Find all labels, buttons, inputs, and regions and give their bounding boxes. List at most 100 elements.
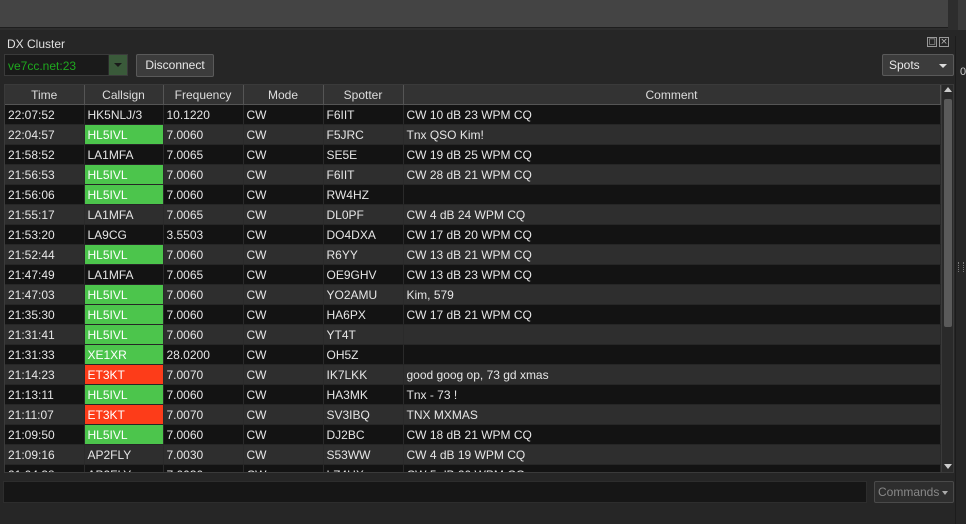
cell-mode: CW xyxy=(243,384,324,405)
cell-mode: CW xyxy=(243,204,324,225)
cell-callsign: HL5IVL xyxy=(84,244,164,265)
column-header-callsign[interactable]: Callsign xyxy=(84,85,164,105)
cell-spotter: DO4DXA xyxy=(323,224,404,245)
column-header-spotter[interactable]: Spotter xyxy=(323,85,404,105)
cell-frequency: 7.0030 xyxy=(163,464,244,472)
cell-mode: CW xyxy=(243,264,324,285)
table-row[interactable]: 21:14:23 ET3KT 7.0070 CW IK7LKK good goog op,… xyxy=(5,364,941,385)
cell-mode: CW xyxy=(243,144,324,165)
cell-time: 21:31:41 xyxy=(5,324,85,345)
dock-buttons: ◻ × xyxy=(927,37,949,47)
cell-mode: CW xyxy=(243,424,324,445)
column-header-comment[interactable]: Comment xyxy=(403,85,941,105)
cell-mode: CW xyxy=(243,444,324,465)
cell-time: 21:09:16 xyxy=(5,444,85,465)
cell-frequency: 7.0060 xyxy=(163,424,244,445)
spots-table: Time Callsign Frequency Mode Spotter Com… xyxy=(4,84,954,473)
cell-callsign: LA1MFA xyxy=(84,204,164,225)
table-row[interactable]: 21:31:33 XE1XR 28.0200 CW OH5Z xyxy=(5,344,941,365)
cell-frequency: 7.0065 xyxy=(163,144,244,165)
table-row[interactable]: 21:53:20 LA9CG 3.5503 CW DO4DXA CW 17 dB 20 W… xyxy=(5,224,941,245)
cell-comment: CW 19 dB 25 WPM CQ xyxy=(403,144,941,165)
command-input[interactable] xyxy=(3,481,867,503)
cell-callsign: HL5IVL xyxy=(84,304,164,325)
host-value: ve7cc.net:23 xyxy=(8,59,77,73)
host-combo[interactable]: ve7cc.net:23 xyxy=(4,54,128,76)
cell-frequency: 10.1220 xyxy=(163,104,244,125)
cell-time: 21:56:53 xyxy=(5,164,85,185)
cell-time: 21:52:44 xyxy=(5,244,85,265)
resize-grip-icon[interactable] xyxy=(958,262,964,272)
cell-frequency: 7.0060 xyxy=(163,184,244,205)
table-row[interactable]: 21:09:50 HL5IVL 7.0060 CW DJ2BC CW 18 dB 21 W… xyxy=(5,424,941,445)
cell-comment: TNX MXMAS xyxy=(403,404,941,425)
cell-frequency: 7.0070 xyxy=(163,364,244,385)
table-row[interactable]: 21:04:38AP2FLY7.0030CWLZ4UXCW 5 dB 20 WP… xyxy=(5,464,941,472)
cell-callsign: ET3KT xyxy=(84,364,164,385)
float-icon[interactable]: ◻ xyxy=(927,37,937,47)
cell-spotter: SE5E xyxy=(323,144,404,165)
table-row[interactable]: 21:56:53 HL5IVL 7.0060 CW F6IIT CW 28 dB 21 W… xyxy=(5,164,941,185)
table-header: Time Callsign Frequency Mode Spotter Com… xyxy=(5,85,941,105)
column-header-time[interactable]: Time xyxy=(5,85,85,105)
cell-spotter: OH5Z xyxy=(323,344,404,365)
column-header-frequency[interactable]: Frequency xyxy=(163,85,244,105)
cell-comment: CW 10 dB 23 WPM CQ xyxy=(403,104,941,125)
cell-callsign: AP2FLY xyxy=(84,444,164,465)
cell-comment xyxy=(403,324,941,345)
table-row[interactable]: 22:07:52 HK5NLJ/3 10.1220 CW F6IIT CW 10 dB 2… xyxy=(5,104,941,125)
cell-spotter: RW4HZ xyxy=(323,184,404,205)
table-row[interactable]: 21:13:11 HL5IVL 7.0060 CW HA3MK Tnx - 73 ! xyxy=(5,384,941,405)
chevron-down-icon[interactable] xyxy=(108,55,127,75)
cell-mode: CW xyxy=(243,324,324,345)
scroll-up-icon[interactable] xyxy=(944,87,952,92)
cell-mode: CW xyxy=(243,404,324,425)
dock-splitter xyxy=(955,36,956,524)
disconnect-button[interactable]: Disconnect xyxy=(136,54,214,77)
table-row[interactable]: 21:47:03 HL5IVL 7.0060 CW YO2AMU Kim, 579 xyxy=(5,284,941,305)
cell-time: 21:31:33 xyxy=(5,344,85,365)
cell-frequency: 7.0060 xyxy=(163,164,244,185)
table-row[interactable]: 21:47:49 LA1MFA 7.0065 CW OE9GHV CW 13 dB 23 … xyxy=(5,264,941,285)
table-row[interactable]: 21:11:07 ET3KT 7.0070 CW SV3IBQ TNX MXMAS xyxy=(5,404,941,425)
cell-spotter: DJ2BC xyxy=(323,424,404,445)
top-area xyxy=(0,0,966,30)
commands-label: Commands xyxy=(878,485,940,499)
cell-time: 22:07:52 xyxy=(5,104,85,125)
cell-frequency: 3.5503 xyxy=(163,224,244,245)
scroll-down-icon[interactable] xyxy=(944,464,952,469)
cell-time: 21:55:17 xyxy=(5,204,85,225)
table-row[interactable]: 21:56:06 HL5IVL 7.0060 CW RW4HZ xyxy=(5,184,941,205)
cell-time: 21:35:30 xyxy=(5,304,85,325)
cell-frequency: 7.0070 xyxy=(163,404,244,425)
table-row[interactable]: 21:55:17 LA1MFA 7.0065 CW DL0PF CW 4 dB 24 WP… xyxy=(5,204,941,225)
cell-time: 21:58:52 xyxy=(5,144,85,165)
cell-mode: CW xyxy=(243,464,324,472)
cell-spotter: YO2AMU xyxy=(323,284,404,305)
cell-time: 22:04:57 xyxy=(5,124,85,145)
table-row[interactable]: 21:09:16 AP2FLY 7.0030 CW S53WW CW 4 dB 19 WP… xyxy=(5,444,941,465)
edge-text: 0 xyxy=(960,66,966,78)
cell-frequency: 7.0065 xyxy=(163,204,244,225)
cell-frequency: 7.0065 xyxy=(163,264,244,285)
close-icon[interactable]: × xyxy=(939,37,949,47)
view-select[interactable]: Spots xyxy=(882,54,954,76)
vertical-scrollbar[interactable] xyxy=(941,85,953,472)
cell-comment: CW 17 dB 21 WPM CQ xyxy=(403,304,941,325)
table-row[interactable]: 21:35:30 HL5IVL 7.0060 CW HA6PX CW 17 dB 21 W… xyxy=(5,304,941,325)
commands-button[interactable]: Commands xyxy=(874,481,954,503)
cell-callsign: HL5IVL xyxy=(84,184,164,205)
table-row[interactable]: 21:52:44 HL5IVL 7.0060 CW R6YY CW 13 dB 21 WP… xyxy=(5,244,941,265)
cell-callsign: HL5IVL xyxy=(84,284,164,305)
table-row[interactable]: 21:58:52 LA1MFA 7.0065 CW SE5E CW 19 dB 25 WP… xyxy=(5,144,941,165)
cell-callsign: LA1MFA xyxy=(84,144,164,165)
dock-title: DX Cluster xyxy=(7,37,66,51)
table-row[interactable]: 22:04:57 HL5IVL 7.0060 CW F5JRC Tnx QSO Kim! xyxy=(5,124,941,145)
cell-comment: CW 13 dB 23 WPM CQ xyxy=(403,264,941,285)
column-header-mode[interactable]: Mode xyxy=(243,85,324,105)
scroll-thumb[interactable] xyxy=(944,99,952,327)
table-row[interactable]: 21:31:41 HL5IVL 7.0060 CW YT4T xyxy=(5,324,941,345)
cell-spotter: S53WW xyxy=(323,444,404,465)
cell-callsign: HL5IVL xyxy=(84,164,164,185)
cell-frequency: 7.0060 xyxy=(163,304,244,325)
